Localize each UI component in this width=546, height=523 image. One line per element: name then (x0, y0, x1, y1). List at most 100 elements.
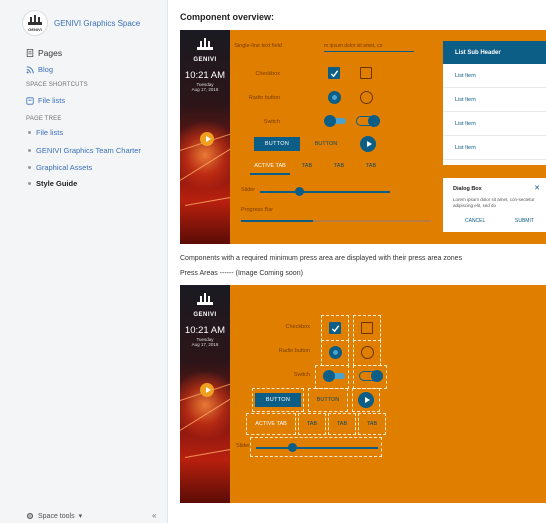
switch-on[interactable] (356, 115, 380, 127)
text-button[interactable]: BUTTON (306, 137, 346, 151)
play-fab-button[interactable] (358, 392, 374, 408)
space-header[interactable]: GENIVI GENIVI Graphics Space (22, 10, 140, 36)
list-item[interactable]: List Item (443, 112, 546, 136)
radio-label: Radio button (248, 95, 280, 101)
check-icon (330, 69, 338, 77)
tree-item-label: Style Guide (36, 179, 78, 188)
page-tree-heading: PAGE TREE (26, 116, 62, 122)
tab-3[interactable]: TAB (328, 421, 356, 427)
checkbox-label: Checkbox (255, 71, 280, 77)
tree-item-label: Graphical Assets (36, 163, 93, 172)
shortcut-icon (26, 96, 34, 105)
filled-button[interactable]: BUTTON (254, 137, 300, 151)
tab-4[interactable]: TAB (358, 421, 386, 427)
switch-knob (324, 115, 336, 127)
switch-off[interactable] (324, 115, 348, 127)
play-fab-button[interactable] (360, 136, 376, 152)
text-field-value[interactable]: m ipsum dolor sit amet, co (324, 43, 382, 49)
switch-knob (371, 370, 383, 382)
space-title-link[interactable]: GENIVI Graphics Space (54, 19, 140, 28)
filled-button[interactable]: BUTTON (255, 393, 301, 407)
slider-label: Slider (241, 187, 256, 193)
light-glow (180, 370, 230, 440)
radio-selected[interactable] (328, 91, 341, 104)
slider-track[interactable] (256, 447, 378, 449)
gear-icon (26, 512, 34, 520)
slider-label: Slider (236, 443, 251, 449)
bullet-icon (28, 131, 31, 134)
space-shortcuts-heading: SPACE SHORTCUTS (26, 82, 88, 88)
tab-4[interactable]: TAB (358, 163, 384, 169)
switch-knob (323, 370, 335, 382)
list-item[interactable]: List Item (443, 88, 546, 112)
switch-on[interactable] (359, 370, 383, 382)
text-field-label: Single-line text field (234, 43, 282, 49)
text-button[interactable]: BUTTON (308, 393, 348, 407)
bullet-icon (28, 182, 31, 185)
checkbox-unchecked[interactable] (360, 67, 372, 79)
component-overview-image: GENIVI 10:21 AM Tuesday Aug 17, 2016 Sin… (180, 30, 546, 244)
nav-blog[interactable]: Blog (26, 65, 53, 74)
pages-icon (26, 49, 34, 57)
tab-active[interactable]: ACTIVE TAB (250, 163, 290, 169)
progress-fill (241, 220, 314, 222)
light-streak (184, 447, 230, 458)
play-icon (200, 383, 214, 397)
nav-pages[interactable]: Pages (26, 48, 62, 58)
checkbox-checked[interactable] (329, 322, 341, 334)
dialog-cancel-button[interactable]: CANCEL (465, 218, 485, 224)
radio-unselected[interactable] (361, 346, 374, 359)
svg-text:GENIVI: GENIVI (28, 27, 42, 32)
switch-label: Switch (293, 372, 310, 378)
tab-2[interactable]: TAB (298, 421, 326, 427)
space-tools-label: Space tools (38, 512, 75, 520)
dialog-submit-button[interactable]: SUBMIT (515, 218, 534, 224)
genivi-logo-icon: GENIVI (28, 15, 42, 32)
slider-track[interactable] (260, 191, 390, 193)
progress-label: Progress Bar (241, 207, 274, 213)
tree-item-label: File lists (36, 128, 64, 137)
press-area-description: Components with a required minimum press… (180, 255, 463, 262)
press-areas-image: GENIVI 10:21 AM Tuesday Aug 17, 2016 Che… (180, 285, 546, 503)
shortcut-file-lists[interactable]: File lists (26, 96, 65, 105)
tab-3[interactable]: TAB (326, 163, 352, 169)
light-glow (180, 120, 230, 190)
bullet-icon (28, 166, 31, 169)
nav-blog-label: Blog (38, 65, 54, 74)
tree-item-team-charter[interactable]: GENIVI Graphics Team Charter (28, 146, 141, 155)
double-chevron-left-icon[interactable]: « (152, 511, 156, 520)
close-icon[interactable]: ✕ (534, 184, 540, 192)
tree-item-file-lists[interactable]: File lists (28, 128, 63, 137)
text-field-underline (324, 51, 414, 52)
radio-unselected[interactable] (360, 91, 373, 104)
nav-pages-label: Pages (38, 48, 63, 58)
dialog-box: Dialog Box ✕ Lorem ipsum dolor sit amet,… (443, 178, 546, 232)
space-tools-menu[interactable]: Space tools ▾ (26, 512, 82, 520)
dialog-body: Lorem ipsum dolor sit amet, con-sectetur… (453, 197, 535, 208)
play-icon (200, 132, 214, 146)
page: GENIVI GENIVI Graphics Space Pages Blog … (0, 0, 546, 523)
check-icon (331, 324, 339, 332)
checkbox-checked[interactable] (328, 67, 340, 79)
list-subheader: List Sub Header (443, 41, 546, 64)
tree-item-label: GENIVI Graphics Team Charter (36, 146, 141, 155)
slider-handle[interactable] (294, 187, 304, 196)
checkbox-label: Checkbox (285, 324, 310, 330)
list-card: List Sub Header List Item List Item List… (443, 41, 546, 165)
phone-screen-preview: GENIVI 10:21 AM Tuesday Aug 17, 2016 (180, 30, 230, 244)
page-title: Component overview: (180, 12, 275, 22)
shortcut-file-lists-label: File lists (38, 96, 66, 105)
genivi-logo-icon (197, 38, 213, 50)
tree-item-style-guide[interactable]: Style Guide (28, 179, 77, 188)
tab-2[interactable]: TAB (294, 163, 320, 169)
tree-item-graphical-assets[interactable]: Graphical Assets (28, 163, 92, 172)
phone-screen-preview: GENIVI 10:21 AM Tuesday Aug 17, 2016 (180, 285, 230, 503)
switch-off[interactable] (323, 370, 347, 382)
radio-selected[interactable] (329, 346, 342, 359)
brand-label: GENIVI (193, 312, 217, 318)
space-logo[interactable]: GENIVI (22, 10, 48, 36)
list-item[interactable]: List Item (443, 64, 546, 88)
list-item[interactable]: List Item (443, 136, 546, 160)
checkbox-unchecked[interactable] (361, 322, 373, 334)
tab-active[interactable]: ACTIVE TAB (250, 421, 292, 427)
